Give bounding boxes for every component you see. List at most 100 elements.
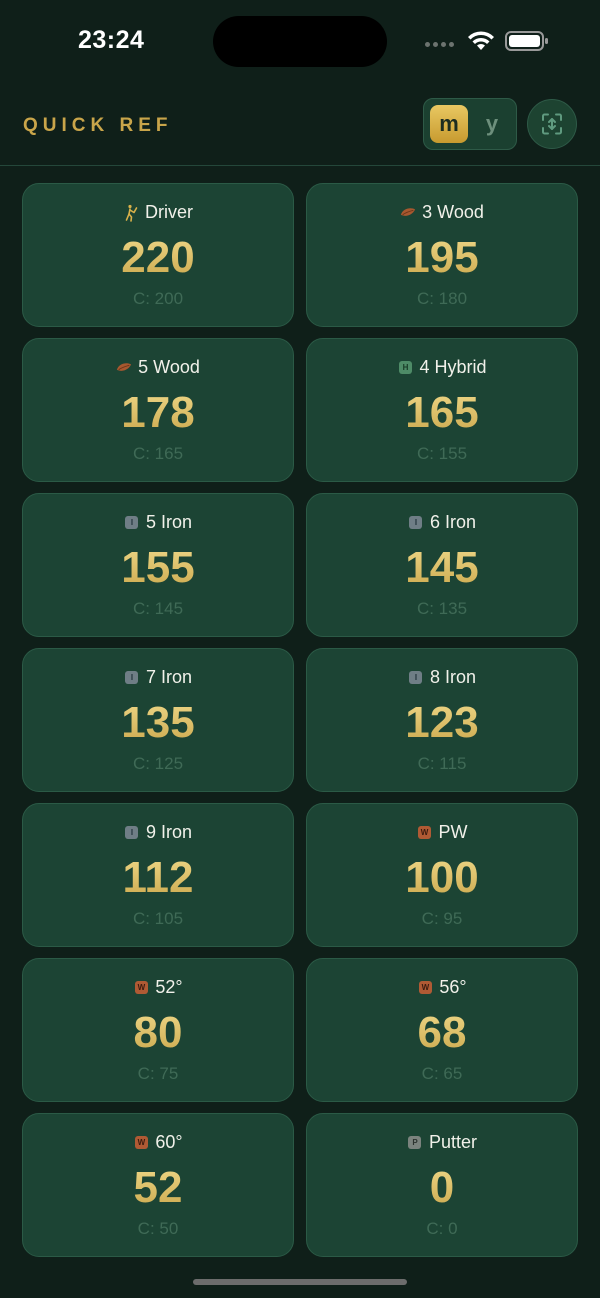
club-distance: 80	[23, 1007, 293, 1059]
club-name: 5 Iron	[145, 512, 193, 532]
club-header: Driver	[23, 202, 293, 223]
club-name: 3 Wood	[422, 202, 484, 222]
club-name: Putter	[428, 1132, 478, 1152]
club-carry: C: 75	[137, 1064, 179, 1083]
club-carry: C: 105	[132, 909, 184, 928]
club-name: Driver	[145, 202, 193, 222]
club-card-8-iron[interactable]: I 8 Iron 123 C: 115	[306, 648, 578, 792]
club-card-driver[interactable]: Driver 220 C: 200	[22, 183, 294, 327]
club-carry: C: 125	[132, 754, 184, 773]
putter-icon: P	[407, 1135, 423, 1151]
home-indicator	[193, 1279, 407, 1285]
unit-toggle[interactable]: m y	[423, 98, 517, 150]
iron-icon: I	[124, 515, 140, 531]
club-carry: C: 50	[137, 1219, 179, 1238]
club-distance: 0	[307, 1162, 577, 1214]
iron-icon-badge: I	[125, 671, 139, 684]
wedge-icon-badge: W	[134, 981, 148, 994]
club-header: W 56°	[307, 977, 577, 998]
iron-icon-badge: I	[125, 516, 139, 529]
iron-icon-badge: I	[409, 671, 423, 684]
iron-icon: I	[408, 515, 424, 531]
club-card-5-iron[interactable]: I 5 Iron 155 C: 145	[22, 493, 294, 637]
club-distance: 145	[307, 542, 577, 594]
club-card-putter[interactable]: P Putter 0 C: 0	[306, 1113, 578, 1257]
club-name: 9 Iron	[145, 822, 193, 842]
club-header: I 9 Iron	[23, 822, 293, 843]
wood-icon	[400, 205, 416, 221]
club-header: W 60°	[23, 1132, 293, 1153]
club-header: I 5 Iron	[23, 512, 293, 533]
club-distance: 52	[23, 1162, 293, 1214]
club-card-7-iron[interactable]: I 7 Iron 135 C: 125	[22, 648, 294, 792]
club-carry: C: 155	[416, 444, 468, 463]
club-distance: 155	[23, 542, 293, 594]
club-distance: 100	[307, 852, 577, 904]
wedge-icon-badge: W	[418, 826, 431, 839]
club-carry: C: 0	[426, 1219, 458, 1238]
club-card-56[interactable]: W 56° 68 C: 65	[306, 958, 578, 1102]
status-bar: 23:24	[0, 0, 600, 80]
club-distance: 165	[307, 387, 577, 439]
wedge-icon-badge: W	[418, 981, 432, 994]
club-card-9-iron[interactable]: I 9 Iron 112 C: 105	[22, 803, 294, 947]
wood-icon	[116, 360, 132, 376]
club-header: I 8 Iron	[307, 667, 577, 688]
club-name: 7 Iron	[145, 667, 193, 687]
club-header: I 7 Iron	[23, 667, 293, 688]
club-carry: C: 135	[416, 599, 468, 618]
iron-icon-badge: I	[409, 516, 423, 529]
wedge-icon: W	[133, 980, 149, 996]
club-header: W PW	[307, 822, 577, 843]
signal-icon	[425, 42, 454, 47]
club-carry: C: 65	[421, 1064, 463, 1083]
club-card-60[interactable]: W 60° 52 C: 50	[22, 1113, 294, 1257]
club-carry: C: 115	[417, 754, 467, 773]
unit-yards-button[interactable]: y	[473, 105, 511, 143]
club-card-6-iron[interactable]: I 6 Iron 145 C: 135	[306, 493, 578, 637]
club-name: 6 Iron	[429, 512, 477, 532]
club-header: H 4 Hybrid	[307, 357, 577, 378]
club-name: 5 Wood	[138, 357, 200, 377]
dynamic-island	[213, 16, 387, 67]
club-name: 60°	[155, 1132, 183, 1152]
club-header: 3 Wood	[307, 202, 577, 223]
club-distance: 178	[23, 387, 293, 439]
club-carry: C: 165	[132, 444, 184, 463]
status-time: 23:24	[78, 26, 145, 54]
unit-meters-button[interactable]: m	[430, 105, 468, 143]
iron-icon-badge: I	[125, 826, 139, 839]
club-card-3-wood[interactable]: 3 Wood 195 C: 180	[306, 183, 578, 327]
battery-icon	[505, 31, 548, 51]
club-name: 4 Hybrid	[419, 357, 487, 377]
club-carry: C: 180	[416, 289, 468, 308]
club-header: P Putter	[307, 1132, 577, 1153]
rotate-button[interactable]	[527, 99, 577, 149]
club-header: 5 Wood	[23, 357, 293, 378]
club-name: 8 Iron	[429, 667, 477, 687]
hybrid-icon-badge: H	[398, 361, 412, 374]
wedge-icon-badge: W	[134, 1136, 148, 1149]
club-distance: 220	[23, 232, 293, 284]
club-name: PW	[438, 822, 468, 842]
hybrid-icon: H	[397, 360, 413, 376]
club-carry: C: 95	[421, 909, 463, 928]
club-grid: Driver 220 C: 200 3 Wood 195 C: 180 5 Wo…	[22, 183, 578, 1257]
iron-icon: I	[124, 670, 140, 686]
wifi-icon	[468, 31, 494, 50]
club-card-pw[interactable]: W PW 100 C: 95	[306, 803, 578, 947]
wedge-icon: W	[417, 980, 433, 996]
club-card-5-wood[interactable]: 5 Wood 178 C: 165	[22, 338, 294, 482]
club-card-52[interactable]: W 52° 80 C: 75	[22, 958, 294, 1102]
club-header: W 52°	[23, 977, 293, 998]
club-card-4-hybrid[interactable]: H 4 Hybrid 165 C: 155	[306, 338, 578, 482]
club-distance: 112	[23, 852, 293, 904]
club-distance: 68	[307, 1007, 577, 1059]
club-name: 52°	[155, 977, 183, 997]
rotate-screen-icon	[542, 113, 562, 135]
putter-icon-badge: P	[408, 1136, 422, 1149]
iron-icon: I	[408, 670, 424, 686]
club-carry: C: 200	[132, 289, 184, 308]
club-distance: 195	[307, 232, 577, 284]
wedge-icon: W	[417, 825, 433, 841]
